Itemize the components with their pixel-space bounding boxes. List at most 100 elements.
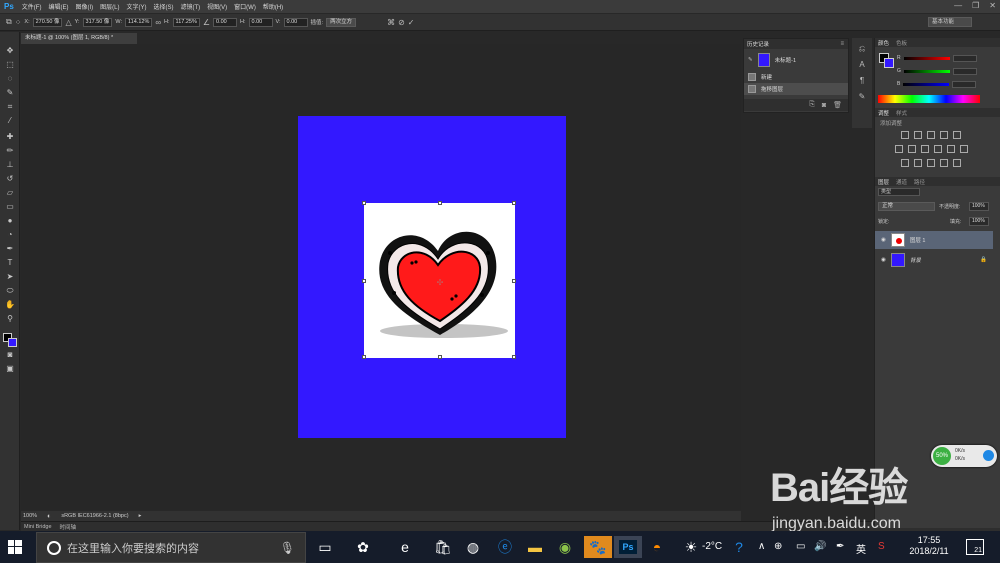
menu-window[interactable]: 窗口(W) bbox=[234, 2, 256, 11]
hue-saturation-icon[interactable] bbox=[895, 145, 903, 153]
eyedropper-tool-icon[interactable]: ⁄ bbox=[5, 116, 15, 126]
minimize-icon[interactable]: — bbox=[954, 1, 962, 10]
character-panel-icon[interactable]: A bbox=[857, 60, 867, 70]
invert-icon[interactable] bbox=[901, 159, 909, 167]
green-track[interactable] bbox=[903, 69, 950, 73]
battery-icon[interactable]: ▭ bbox=[796, 541, 805, 552]
opacity-field[interactable]: 100% bbox=[969, 202, 989, 211]
tab-styles[interactable]: 样式 bbox=[896, 109, 907, 117]
gradient-map-icon[interactable] bbox=[953, 159, 961, 167]
tab-adjustments[interactable]: 调整 bbox=[878, 109, 889, 117]
move-tool-icon[interactable]: ✥ bbox=[5, 46, 15, 56]
maximize-icon[interactable]: ❐ bbox=[972, 1, 979, 10]
blue-slider[interactable]: B bbox=[897, 80, 997, 88]
photoshop-taskbar-icon[interactable]: Ps bbox=[614, 536, 642, 558]
blue-value-field[interactable] bbox=[952, 80, 977, 88]
help-icon[interactable]: ? bbox=[728, 536, 750, 558]
color-lookup-icon[interactable] bbox=[960, 145, 968, 153]
transform-handle-bottom-right[interactable] bbox=[512, 355, 516, 359]
history-snapshot[interactable]: ✎ 未标题-1 bbox=[744, 51, 848, 69]
status-menu-arrow-icon[interactable]: ▸ bbox=[139, 513, 142, 519]
zoom-tool-icon[interactable]: ⚲ bbox=[5, 314, 15, 324]
type-tool-icon[interactable]: T bbox=[5, 258, 15, 268]
vskew-field[interactable]: 0.00 bbox=[283, 17, 308, 27]
transform-handle-top[interactable] bbox=[438, 201, 442, 205]
lasso-tool-icon[interactable]: ◌ bbox=[5, 74, 15, 84]
selective-color-icon[interactable] bbox=[940, 159, 948, 167]
green-value-field[interactable] bbox=[952, 67, 977, 75]
transform-handle-bottom[interactable] bbox=[438, 355, 442, 359]
menu-help[interactable]: 帮助(H) bbox=[263, 2, 283, 11]
cancel-transform-icon[interactable]: ⊘ bbox=[398, 18, 405, 27]
history-item[interactable]: 新建 bbox=[744, 71, 848, 83]
baidu-app-icon[interactable]: 🐾 bbox=[584, 536, 612, 558]
edge-browser-icon[interactable]: e bbox=[394, 536, 416, 558]
transform-handle-bottom-left[interactable] bbox=[362, 355, 366, 359]
menu-view[interactable]: 视图(V) bbox=[207, 2, 227, 11]
menu-filter[interactable]: 滤镜(T) bbox=[180, 2, 200, 11]
quick-select-tool-icon[interactable]: ✎ bbox=[5, 88, 15, 98]
curves-icon[interactable] bbox=[927, 131, 935, 139]
notifications-button[interactable]: 21 bbox=[966, 539, 984, 555]
angle-field[interactable]: 0.00 bbox=[213, 17, 238, 27]
blend-mode-select[interactable]: 正常 bbox=[878, 202, 935, 211]
tab-layers[interactable]: 图层 bbox=[878, 178, 889, 186]
stamp-tool-icon[interactable]: ⊥ bbox=[5, 160, 15, 170]
microphone-icon[interactable]: 🎙 bbox=[280, 541, 295, 555]
blue-track[interactable] bbox=[903, 82, 950, 86]
menu-layer[interactable]: 图层(L) bbox=[100, 2, 119, 11]
background-color-swatch[interactable] bbox=[8, 338, 17, 347]
shape-tool-icon[interactable]: ⬭ bbox=[5, 286, 15, 296]
panel-menu-icon[interactable]: ≡ bbox=[840, 41, 844, 47]
ime-language[interactable]: 英 bbox=[856, 541, 866, 556]
blur-tool-icon[interactable]: ● bbox=[5, 216, 15, 226]
tab-paths[interactable]: 路径 bbox=[914, 178, 925, 186]
taskbar-search-box[interactable]: 在这里输入你要搜索的内容 🎙 bbox=[36, 532, 306, 563]
layer-kind-filter[interactable]: 类型 bbox=[878, 188, 920, 196]
workspace-select[interactable]: 基本功能 bbox=[928, 17, 972, 27]
menu-edit[interactable]: 编辑(E) bbox=[48, 2, 68, 11]
transform-handle-top-left[interactable] bbox=[362, 201, 366, 205]
move-tool-preset-icon[interactable]: ⧉ bbox=[6, 17, 12, 27]
new-document-from-state-icon[interactable]: ⎘ bbox=[809, 101, 815, 109]
red-track[interactable] bbox=[903, 56, 950, 60]
tray-expand-icon[interactable]: ∧ bbox=[758, 541, 765, 552]
color-spectrum-bar[interactable] bbox=[878, 95, 980, 103]
layer-row[interactable]: ◉ 背景 🔒 bbox=[875, 251, 993, 269]
tab-history[interactable]: 历史记录 bbox=[747, 40, 769, 48]
warp-icon[interactable]: ⌘ bbox=[387, 18, 395, 27]
interpolation-select[interactable]: 两次立方 bbox=[326, 17, 357, 27]
transform-handle-left[interactable] bbox=[362, 279, 366, 283]
color-bg-swatch[interactable] bbox=[884, 58, 894, 68]
photo-filter-icon[interactable] bbox=[934, 145, 942, 153]
path-select-tool-icon[interactable]: ➤ bbox=[5, 272, 15, 282]
screen-mode-icon[interactable]: ▣ bbox=[5, 364, 15, 374]
menu-type[interactable]: 文字(Y) bbox=[126, 2, 146, 11]
paragraph-panel-icon[interactable]: ¶ bbox=[857, 76, 867, 86]
tab-mini-bridge[interactable]: Mini Bridge bbox=[24, 524, 52, 530]
ie-browser-icon[interactable]: ⓔ bbox=[494, 536, 516, 558]
gradient-tool-icon[interactable]: ▭ bbox=[5, 202, 15, 212]
transformed-layer[interactable]: ✣ bbox=[362, 201, 516, 359]
task-view-icon[interactable]: ▭ bbox=[314, 536, 336, 558]
windows-start-icon[interactable] bbox=[8, 540, 22, 554]
height-field[interactable]: 117.25% bbox=[172, 17, 200, 27]
levels-icon[interactable] bbox=[914, 131, 922, 139]
crop-tool-icon[interactable]: ⌗ bbox=[5, 102, 15, 112]
tool-presets-icon[interactable]: ✎ bbox=[857, 92, 867, 102]
tab-color[interactable]: 颜色 bbox=[878, 39, 889, 47]
exposure-icon[interactable] bbox=[940, 131, 948, 139]
threshold-icon[interactable] bbox=[927, 159, 935, 167]
healing-tool-icon[interactable]: ✚ bbox=[5, 132, 15, 142]
pen-icon[interactable]: ✒ bbox=[836, 541, 844, 552]
new-snapshot-icon[interactable]: ◙ bbox=[822, 102, 826, 109]
volume-icon[interactable]: 🔊 bbox=[814, 541, 826, 552]
quick-mask-icon[interactable]: ◙ bbox=[5, 350, 15, 360]
posterize-icon[interactable] bbox=[914, 159, 922, 167]
transform-handle-top-right[interactable] bbox=[512, 201, 516, 205]
menu-image[interactable]: 图像(I) bbox=[75, 2, 93, 11]
menu-file[interactable]: 文件(F) bbox=[22, 2, 42, 11]
link-icon[interactable]: ∞ bbox=[155, 18, 161, 27]
tray-app-icon[interactable]: ⊕ bbox=[774, 541, 782, 552]
width-field[interactable]: 114.12% bbox=[125, 17, 153, 27]
